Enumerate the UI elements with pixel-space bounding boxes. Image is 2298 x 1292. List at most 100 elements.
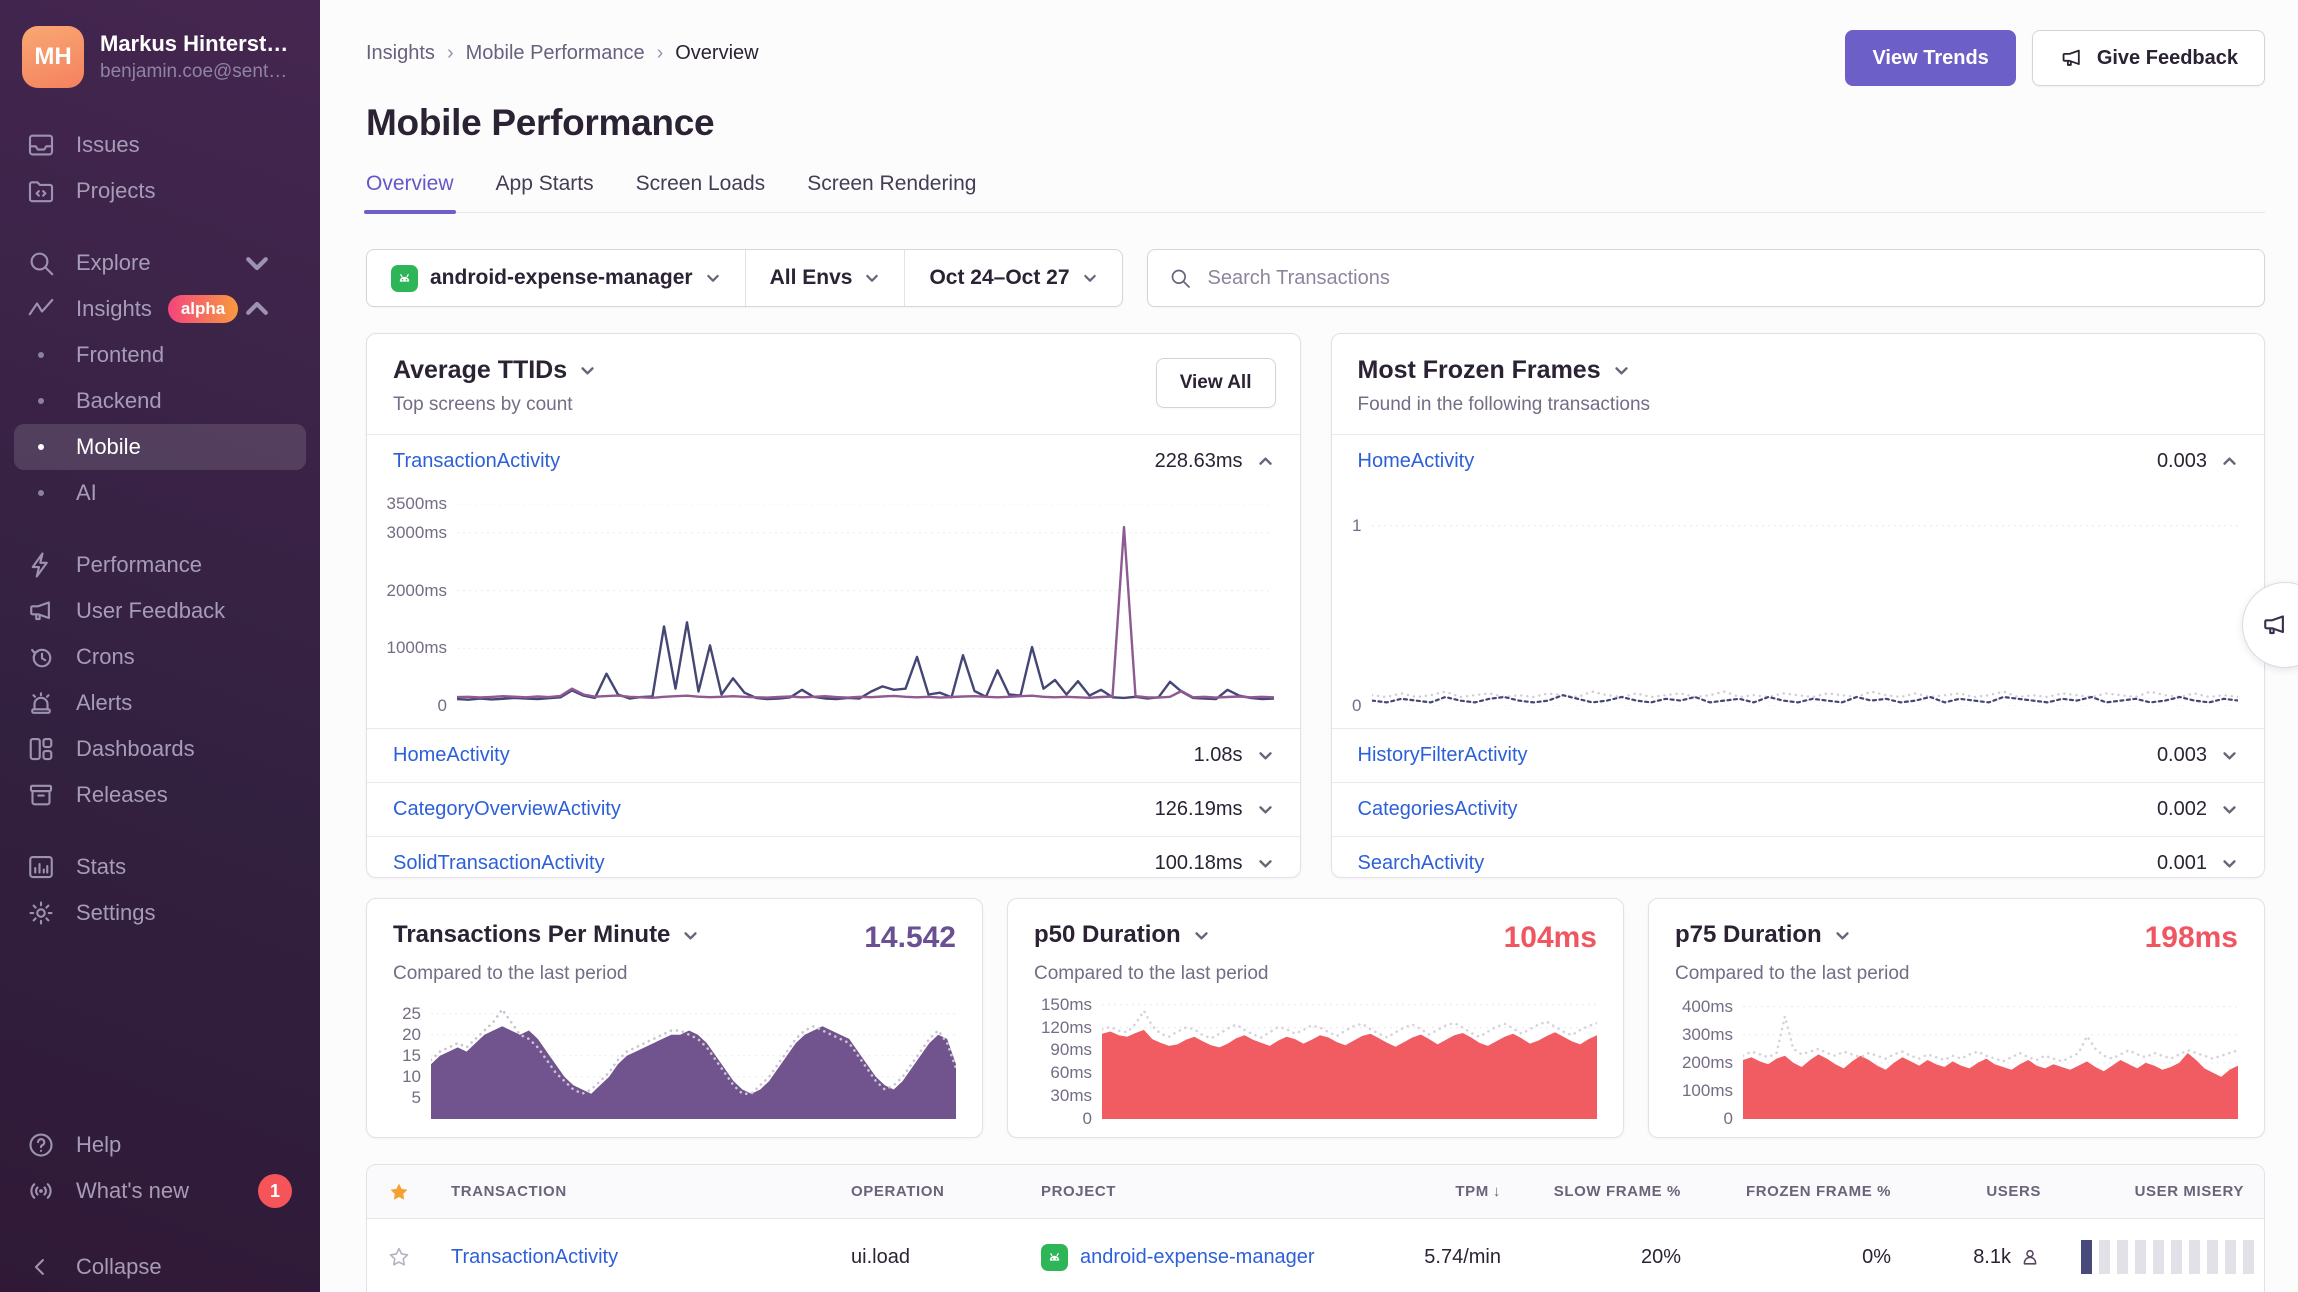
sidebar-section: Stats Settings (14, 844, 306, 936)
column-header-project[interactable]: Project (1021, 1183, 1351, 1200)
view-all-button[interactable]: View All (1156, 358, 1276, 408)
tab-screen-loads[interactable]: Screen Loads (636, 172, 766, 212)
transaction-link[interactable]: CategoriesActivity (1358, 798, 1518, 821)
sidebar-item-mobile[interactable]: Mobile (14, 424, 306, 470)
users-count: 8.1k (1973, 1246, 2011, 1269)
chevron-down-icon[interactable] (2221, 855, 2238, 872)
sidebar-item-label: Settings (76, 900, 156, 926)
transaction-link[interactable]: SolidTransactionActivity (393, 852, 605, 875)
chevron-up-icon[interactable] (2221, 453, 2238, 470)
column-header-transaction[interactable]: Transaction (431, 1183, 831, 1200)
y-axis-tick: 0 (1083, 1109, 1092, 1129)
column-header-frozen-frame-[interactable]: Frozen Frame % (1701, 1183, 1911, 1200)
sidebar-item-performance[interactable]: Performance (14, 542, 306, 588)
sidebar-item-alerts[interactable]: Alerts (14, 680, 306, 726)
transaction-link[interactable]: HomeActivity (1358, 450, 1475, 473)
sidebar-item-ai[interactable]: AI (14, 470, 306, 516)
column-header-user-misery[interactable]: User Misery (2061, 1183, 2264, 1200)
sidebar-item-projects[interactable]: Projects (14, 168, 306, 214)
chevron-down-icon[interactable] (2221, 747, 2238, 764)
search-icon (1168, 266, 1192, 290)
sidebar-item-frontend[interactable]: Frontend (14, 332, 306, 378)
star-header-icon[interactable] (367, 1179, 431, 1205)
chevron-up-icon[interactable] (1257, 453, 1274, 470)
column-header-slow-frame-[interactable]: Slow Frame % (1521, 1183, 1701, 1200)
metric-value: 0.003 (2157, 450, 2207, 473)
sidebar-item-user-feedback[interactable]: User Feedback (14, 588, 306, 634)
chevron-down-icon[interactable] (1193, 927, 1210, 944)
transaction-link[interactable]: TransactionActivity (451, 1246, 618, 1268)
bullet-dot (38, 490, 44, 496)
tab-screen-rendering[interactable]: Screen Rendering (807, 172, 976, 212)
y-axis-tick: 120ms (1041, 1018, 1092, 1038)
misery-bar (2135, 1240, 2146, 1274)
misery-bar (2117, 1240, 2128, 1274)
sidebar-item-settings[interactable]: Settings (14, 890, 306, 936)
metric-row: HomeActivity1.08s (367, 728, 1300, 782)
sidebar-section: Issues Projects (14, 122, 306, 214)
y-axis-tick: 200ms (1682, 1053, 1733, 1073)
sidebar-item-explore[interactable]: Explore (14, 240, 306, 286)
collapse-icon (26, 1252, 56, 1282)
search-icon (26, 248, 56, 278)
chevron-down-icon[interactable] (1834, 927, 1851, 944)
search-input[interactable] (1206, 266, 2244, 291)
star-icon[interactable] (367, 1244, 431, 1270)
sidebar-item-releases[interactable]: Releases (14, 772, 306, 818)
sidebar-item-label: Backend (76, 388, 162, 414)
chevron-down-icon[interactable] (579, 362, 596, 379)
dashboards-icon (26, 734, 56, 764)
chevron-down-icon[interactable] (1257, 747, 1274, 764)
transaction-link[interactable]: TransactionActivity (393, 450, 560, 473)
user-email: benjamin.coe@sent… (100, 61, 288, 83)
metric-value: 228.63ms (1155, 450, 1243, 473)
breadcrumb-item[interactable]: Overview (675, 42, 758, 65)
sidebar-item-what-s-new[interactable]: What's new1 (14, 1168, 306, 1214)
insights-icon (26, 294, 56, 324)
misery-bar (2099, 1240, 2110, 1274)
sidebar-item-label: Projects (76, 178, 155, 204)
y-axis: 400ms300ms200ms100ms0 (1675, 1001, 1743, 1119)
give-feedback-button[interactable]: Give Feedback (2032, 30, 2265, 86)
breadcrumb-item[interactable]: Mobile Performance (466, 42, 645, 65)
sidebar-item-issues[interactable]: Issues (14, 122, 306, 168)
chevron-down-icon[interactable] (1257, 855, 1274, 872)
sidebar-item-help[interactable]: Help (14, 1122, 306, 1168)
tab-overview[interactable]: Overview (366, 172, 454, 212)
sidebar-item-insights[interactable]: Insightsalpha (14, 286, 306, 332)
chevron-down-icon (705, 270, 721, 286)
view-trends-button[interactable]: View Trends (1845, 30, 2015, 86)
chevron-down-icon[interactable] (1613, 362, 1630, 379)
help-icon (26, 1130, 56, 1160)
chevron-down-icon[interactable] (2221, 801, 2238, 818)
sidebar-item-crons[interactable]: Crons (14, 634, 306, 680)
sidebar-item-stats[interactable]: Stats (14, 844, 306, 890)
sidebar-item-dashboards[interactable]: Dashboards (14, 726, 306, 772)
breadcrumb-item[interactable]: Insights (366, 42, 435, 65)
sidebar-item-backend[interactable]: Backend (14, 378, 306, 424)
p75-chart: 400ms300ms200ms100ms0 (1675, 1001, 2238, 1119)
chevron-down-icon[interactable] (682, 927, 699, 944)
project-link[interactable]: android-expense-manager (1080, 1246, 1315, 1269)
transaction-link[interactable]: SearchActivity (1358, 852, 1485, 875)
column-header-tpm[interactable]: TPM↓ (1351, 1183, 1521, 1200)
chevron-down-icon[interactable] (1257, 801, 1274, 818)
sidebar-item-label: Insights (76, 296, 152, 322)
column-header-users[interactable]: Users (1911, 1183, 2061, 1200)
date-range-filter[interactable]: Oct 24–Oct 27 (904, 250, 1121, 306)
breadcrumb-separator: › (657, 42, 664, 65)
user-menu[interactable]: MH Markus Hinterst… benjamin.coe@sent… (0, 0, 320, 108)
issues-icon (26, 130, 56, 160)
transaction-link[interactable]: CategoryOverviewActivity (393, 798, 621, 821)
environment-filter[interactable]: All Envs (745, 250, 905, 306)
tab-app-starts[interactable]: App Starts (496, 172, 594, 212)
transaction-link[interactable]: HomeActivity (393, 744, 510, 767)
project-filter[interactable]: android-expense-manager (367, 250, 745, 306)
breadcrumb-separator: › (447, 42, 454, 65)
card-title: Most Frozen Frames (1358, 356, 1601, 385)
main-content: Insights › Mobile Performance › Overview Vie… (320, 0, 2298, 1292)
column-header-operation[interactable]: Operation (831, 1183, 1021, 1200)
metric-value: 100.18ms (1155, 852, 1243, 875)
sidebar-item-collapse[interactable]: Collapse (14, 1244, 306, 1290)
transaction-link[interactable]: HistoryFilterActivity (1358, 744, 1528, 767)
